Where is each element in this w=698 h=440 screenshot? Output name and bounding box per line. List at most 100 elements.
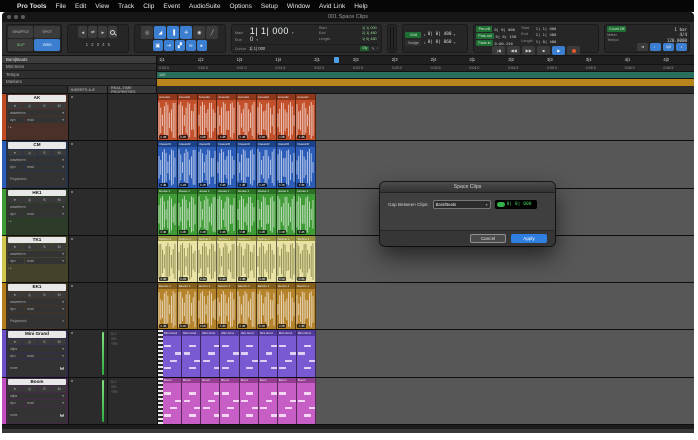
clip-gain-badge[interactable]: 0 dB xyxy=(258,324,267,328)
clip[interactable]: Boom xyxy=(163,378,182,424)
clip[interactable]: Boom xyxy=(297,378,316,424)
track-lane[interactable]: ClassicR0 dBClassicR0 dBClassicR0 dBClas… xyxy=(158,141,694,187)
track-name[interactable]: CM xyxy=(8,142,66,149)
menu-item-avid-link[interactable]: Avid Link xyxy=(319,3,345,10)
solo-button[interactable]: S xyxy=(38,339,52,345)
clip-gain-badge[interactable]: 0 dB xyxy=(218,324,227,328)
clip[interactable]: Electro 10 dB xyxy=(277,283,297,329)
zoom-preset-5[interactable]: 5 xyxy=(108,38,111,51)
record-enable-button[interactable]: ● xyxy=(8,197,22,203)
patch-selector[interactable]: none🎹 xyxy=(8,407,66,423)
empty-timeline-area[interactable] xyxy=(316,330,694,376)
clip[interactable]: House 10 dB xyxy=(158,189,178,235)
countoff-button[interactable]: 1|2 xyxy=(663,43,674,51)
scrubber-tool-icon[interactable]: ◉ xyxy=(193,26,205,39)
track-view-selector[interactable]: clips▾ xyxy=(8,393,66,399)
countoff-badge[interactable]: Count Off xyxy=(607,26,626,32)
clip[interactable]: Electro 10 dB xyxy=(178,283,198,329)
dyn-button[interactable]: dyn xyxy=(8,400,24,406)
dyn-button[interactable]: dyn xyxy=(8,117,24,123)
input-monitor-button[interactable]: ◎ xyxy=(23,386,37,392)
track-header[interactable]: TK1●◎SMwaveform▾dynread▾▪ ▴ xyxy=(6,236,68,282)
clip[interactable]: Boom xyxy=(259,378,278,424)
menu-item-edit[interactable]: Edit xyxy=(75,3,86,10)
clip-gain-badge[interactable]: 0 dB xyxy=(199,324,208,328)
inserts-cell[interactable] xyxy=(68,236,108,282)
clip[interactable]: Boom xyxy=(201,378,220,424)
edit-mode-spot[interactable]: SPOT xyxy=(34,26,59,38)
clip-gain-badge[interactable]: 0 dB xyxy=(258,230,267,234)
mute-button[interactable]: M xyxy=(52,244,66,250)
clip[interactable]: Mini Grnd xyxy=(182,330,201,376)
gap-value-selected-segment[interactable] xyxy=(497,202,505,207)
patch-selector[interactable]: none🎹 xyxy=(8,360,66,376)
clip[interactable]: Mini Grnd xyxy=(163,330,182,376)
menu-item-help[interactable]: Help xyxy=(354,3,367,10)
clip[interactable]: Techno 10 dB xyxy=(296,236,316,282)
solo-button[interactable]: S xyxy=(38,197,52,203)
gap-value-text[interactable]: 0| 0| 000 xyxy=(507,202,532,207)
insert-slot-icon[interactable] xyxy=(71,143,73,145)
clip[interactable]: House 10 dB xyxy=(217,189,237,235)
input-monitor-button[interactable]: ◎ xyxy=(23,244,37,250)
insert-slot-icon[interactable] xyxy=(71,285,73,287)
nudge-dropdown-icon[interactable]: ▾ xyxy=(454,41,456,45)
empty-timeline-area[interactable] xyxy=(316,94,694,140)
clip[interactable]: ClassicR0 dB xyxy=(237,141,257,187)
track-view-selector[interactable]: waveform▾ xyxy=(8,110,66,116)
roll-value-2[interactable]: 0:00.250 xyxy=(495,41,513,46)
grid-dropdown-icon[interactable]: ▾ xyxy=(454,33,456,37)
magnifier-icon[interactable] xyxy=(108,26,117,38)
roll-value-0[interactable]: 0| 0| 000 xyxy=(494,27,515,32)
insert-slot-icon[interactable] xyxy=(71,96,73,98)
countoff-value[interactable]: 1 bar xyxy=(674,27,687,32)
clip-gain-badge[interactable]: 0 dB xyxy=(278,135,287,139)
clip-gain-badge[interactable]: 0 dB xyxy=(297,135,306,139)
range-value-0[interactable]: 1| 1| 000 xyxy=(536,26,557,31)
input-monitor-button[interactable]: ◎ xyxy=(23,150,37,156)
elastic-audio-selector[interactable]: Polyphonic▾ xyxy=(8,313,66,329)
clip[interactable]: Techno 10 dB xyxy=(217,236,237,282)
clip-gain-badge[interactable]: 0 dB xyxy=(238,135,247,139)
clip-gain-badge[interactable]: 0 dB xyxy=(238,183,247,187)
stop-button[interactable]: ■ xyxy=(537,46,550,55)
midi-note-icon[interactable]: ♪ xyxy=(377,46,379,51)
clip[interactable]: Mini Grnd xyxy=(201,330,220,376)
clip-gain-badge[interactable]: 0 dB xyxy=(199,230,208,234)
insertion-follows-button[interactable]: ▸ xyxy=(197,40,207,51)
zoom-in-horizontal-icon[interactable]: ► xyxy=(98,26,107,38)
clip[interactable]: Electro 10 dB xyxy=(158,283,178,329)
clip-gain-badge[interactable]: 0 dB xyxy=(159,230,168,234)
ruler-name-tempo[interactable]: Tempo xyxy=(2,71,156,79)
track-view-selector[interactable]: waveform▾ xyxy=(8,299,66,305)
clip[interactable]: Boom xyxy=(220,378,239,424)
pencil-icon[interactable]: ✎ xyxy=(371,46,374,51)
clip[interactable]: Electro 10 dB xyxy=(198,283,218,329)
clip-gain-badge[interactable]: 0 dB xyxy=(258,135,267,139)
clip[interactable]: Acoustic0 dB xyxy=(158,94,178,140)
zoom-toggle-button[interactable]: ▣ xyxy=(153,40,163,51)
nudge-badge[interactable]: Nudge xyxy=(405,40,421,46)
clip[interactable]: ClassicR0 dB xyxy=(198,141,218,187)
clip[interactable]: Acoustic0 dB xyxy=(217,94,237,140)
mirrored-midi-button[interactable]: ▞ xyxy=(175,40,185,51)
menu-item-pro-tools[interactable]: Pro Tools xyxy=(17,3,47,10)
zoom-preset-4[interactable]: 4 xyxy=(102,38,105,51)
midi-merge-button[interactable]: ◦● xyxy=(637,43,648,51)
realtime-properties-cell[interactable] xyxy=(108,141,158,187)
roll-value-1[interactable]: 0| 0| 158 xyxy=(496,34,517,39)
roll-badge-1[interactable]: Post-roll xyxy=(476,33,493,39)
zoom-out-horizontal-icon[interactable]: ◄ xyxy=(78,26,87,38)
record-enable-button[interactable]: ● xyxy=(8,150,22,156)
clip-gain-badge[interactable]: 0 dB xyxy=(297,183,306,187)
clip-gain-badge[interactable]: 0 dB xyxy=(278,230,287,234)
clip[interactable]: Acoustic0 dB xyxy=(277,94,297,140)
clip-gain-badge[interactable]: 0 dB xyxy=(258,183,267,187)
track-lane[interactable]: Acoustic0 dBAcoustic0 dBAcoustic0 dBAcou… xyxy=(158,94,694,140)
track-lane[interactable]: Mini GrndMini GrndMini GrndMini GrndMini… xyxy=(158,330,694,376)
mute-button[interactable]: M xyxy=(52,339,66,345)
clip-gain-badge[interactable]: 0 dB xyxy=(199,183,208,187)
clip-gain-badge[interactable]: 0 dB xyxy=(179,183,188,187)
inserts-cell[interactable] xyxy=(68,378,108,424)
ruler-name-bars-beats[interactable]: Bars|Beats xyxy=(2,56,156,64)
